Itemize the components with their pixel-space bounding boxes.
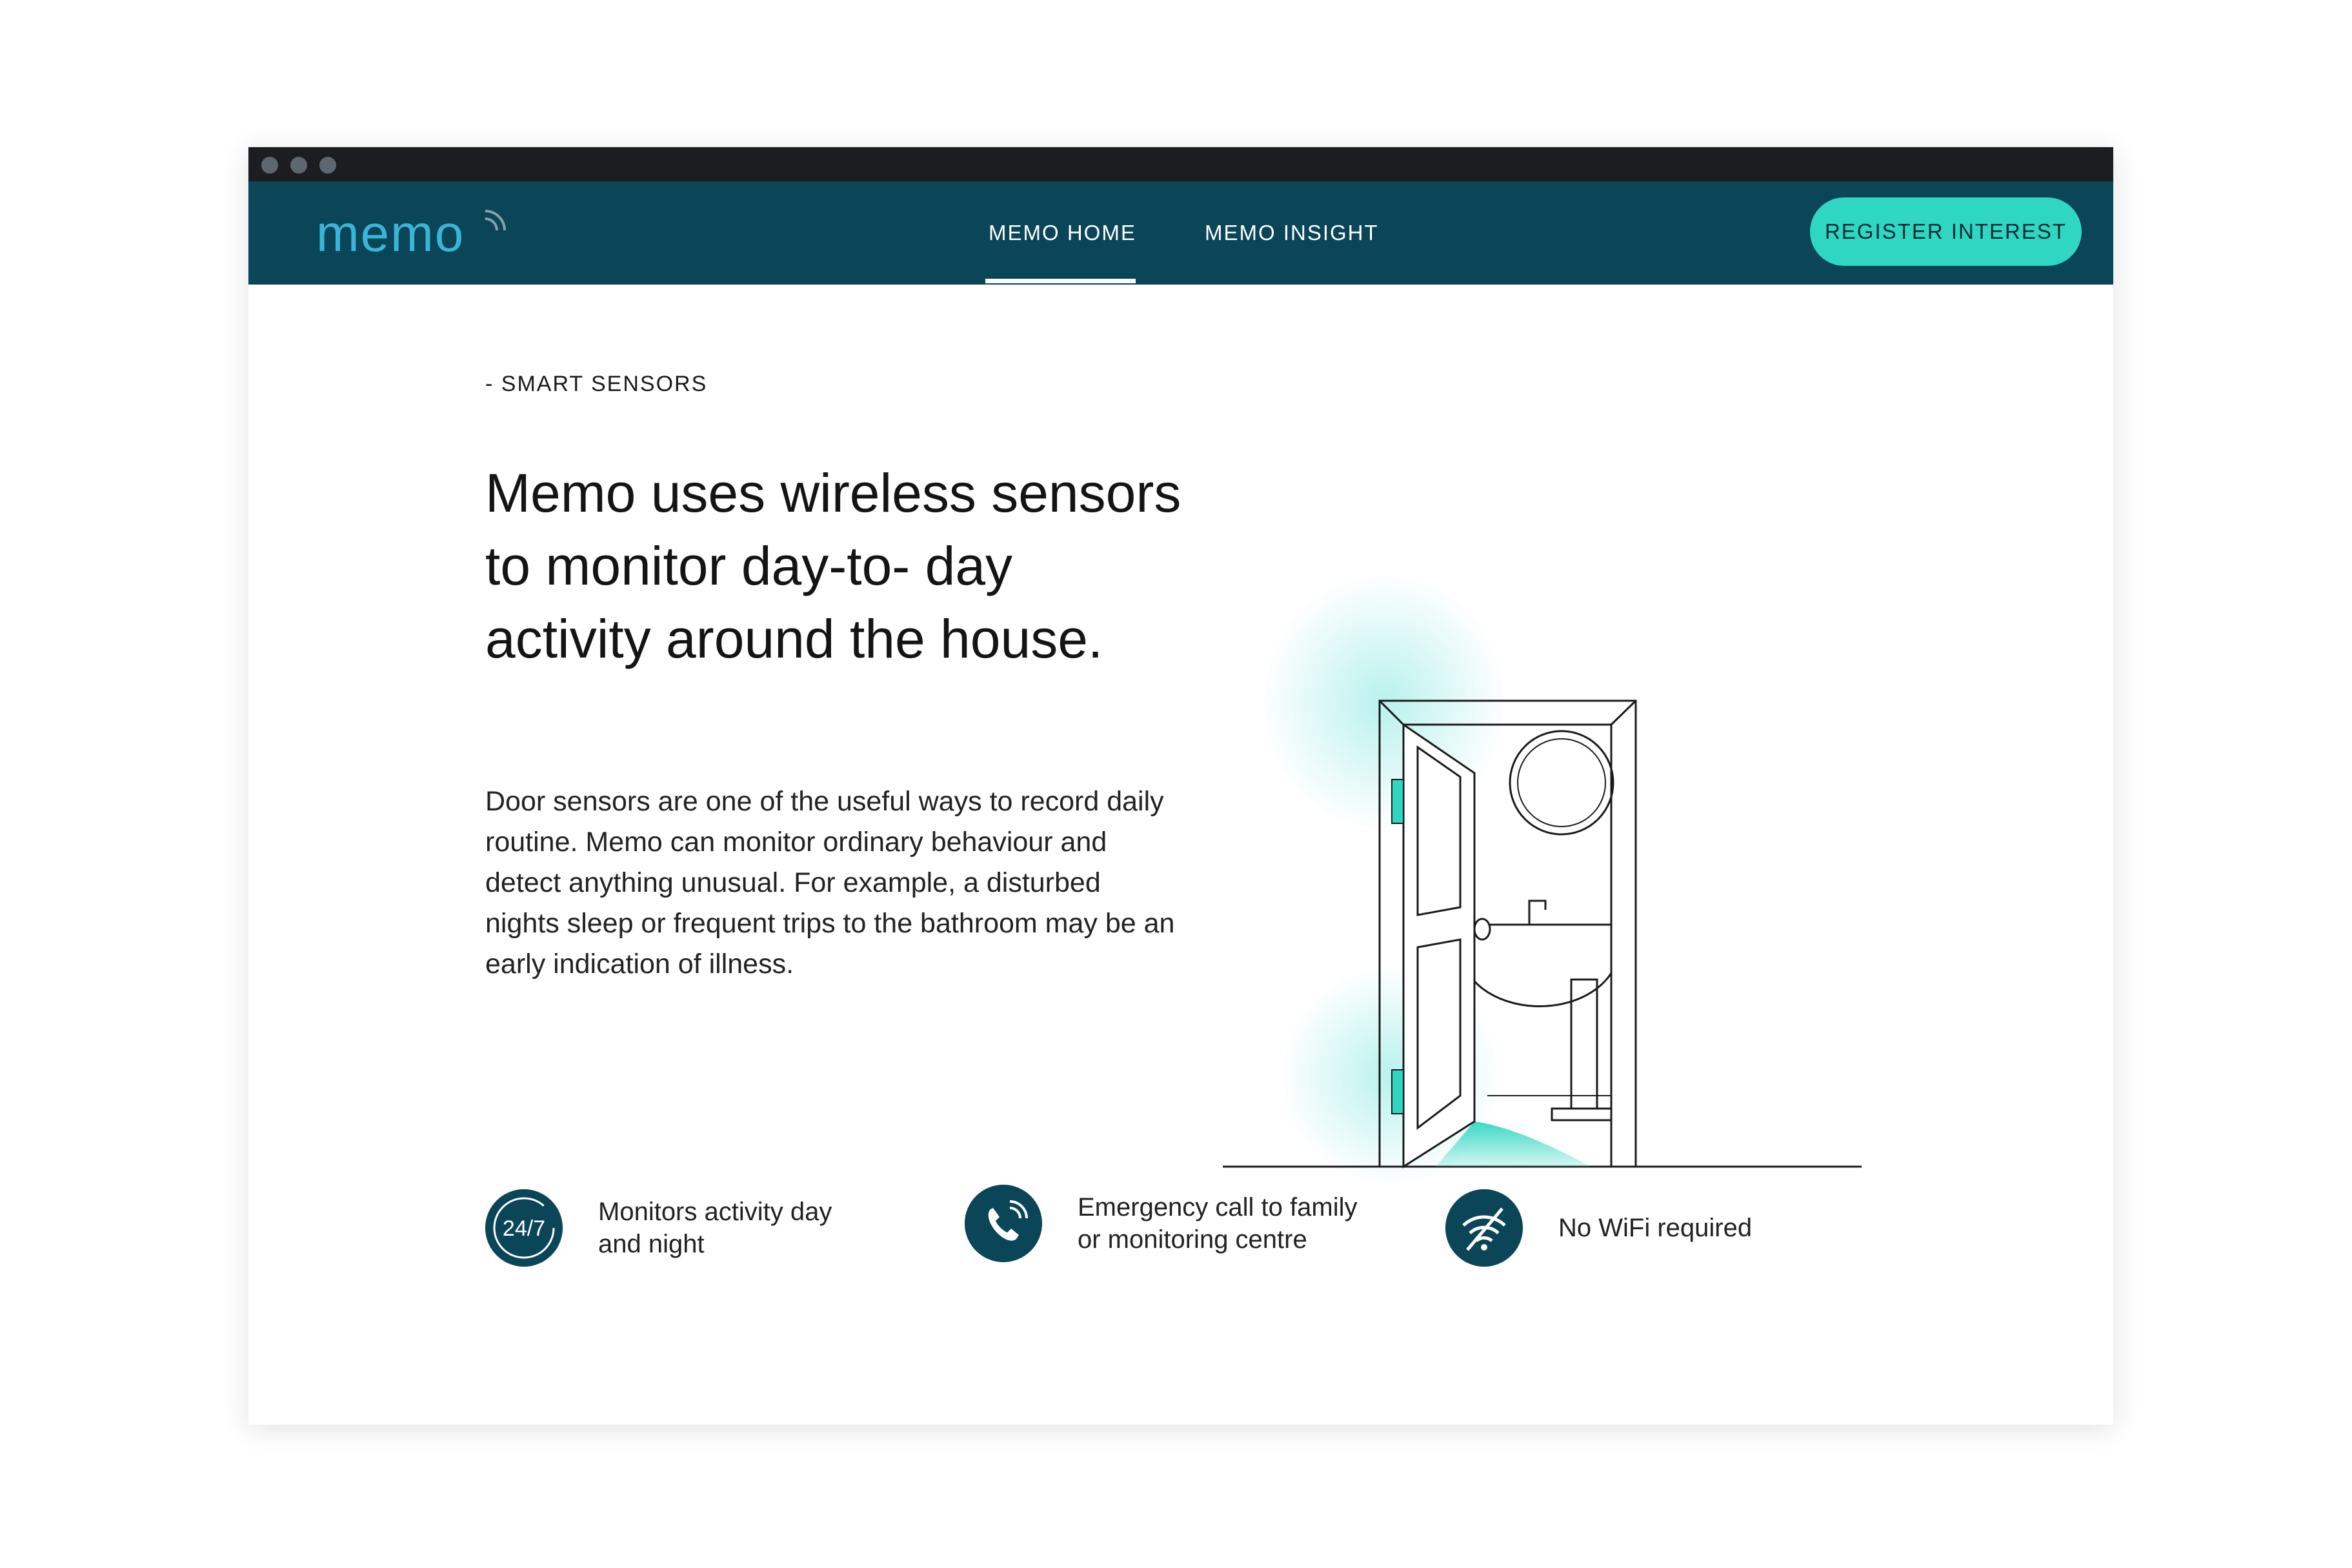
feature-label-emergency-call: Emergency call to family or monitoring c… — [1078, 1193, 1358, 1254]
frame-corner-right — [1610, 699, 1637, 726]
nav-link-memo-home[interactable]: MEMO HOME — [989, 215, 1136, 251]
feature-no-wifi: No WiFi required — [1445, 1189, 1804, 1267]
hero-headline: Memo uses wireless sensors to monitor da… — [485, 463, 1181, 669]
page: memo MEMO HOME MEMO INSIGHT REGISTER INT… — [0, 0, 2352, 1568]
door-handle — [1473, 918, 1491, 941]
register-interest-button[interactable]: REGISTER INTEREST — [1810, 197, 2082, 266]
browser-window: memo MEMO HOME MEMO INSIGHT REGISTER INT… — [248, 147, 2113, 1425]
window-close-dot[interactable] — [261, 157, 278, 174]
door-sensor-bottom — [1391, 1069, 1404, 1114]
door-sensor-top — [1391, 779, 1404, 824]
nav-link-memo-insight[interactable]: MEMO INSIGHT — [1205, 215, 1379, 251]
feature-emergency-call: Emergency call to family or monitoring c… — [965, 1185, 1362, 1262]
mirror-inner — [1517, 738, 1606, 827]
section-eyebrow: - SMART SENSORS — [485, 372, 708, 396]
nav-active-indicator — [985, 279, 1136, 283]
logo-text: memo — [316, 205, 465, 262]
feature-24-7: 24/7 Monitors activity day and night — [485, 1189, 876, 1267]
logo-signal-arc-2 — [485, 210, 506, 231]
window-title-bar — [248, 147, 2113, 181]
open-door[interactable] — [1402, 723, 1476, 1169]
mirror — [1509, 730, 1614, 836]
door-sensor-illustration — [1223, 573, 1862, 1186]
feature-label-24-7: Monitors activity day and night — [598, 1198, 832, 1258]
window-minimize-dot[interactable] — [290, 157, 307, 174]
24-7-icon: 24/7 — [485, 1189, 563, 1267]
pedestal-base — [1551, 1107, 1613, 1121]
svg-text:24/7: 24/7 — [503, 1216, 545, 1241]
hero-body: Door sensors are one of the useful ways … — [485, 786, 1175, 980]
sink-tap — [1528, 900, 1547, 925]
memo-logo[interactable]: memo — [316, 205, 510, 263]
phone-icon — [965, 1185, 1042, 1262]
navbar: memo MEMO HOME MEMO INSIGHT REGISTER INT… — [248, 181, 2113, 285]
feature-label-no-wifi: No WiFi required — [1558, 1214, 1753, 1242]
logo-signal-arc-1 — [485, 217, 498, 231]
no-wifi-icon — [1445, 1189, 1523, 1267]
window-maximize-dot[interactable] — [319, 157, 336, 174]
